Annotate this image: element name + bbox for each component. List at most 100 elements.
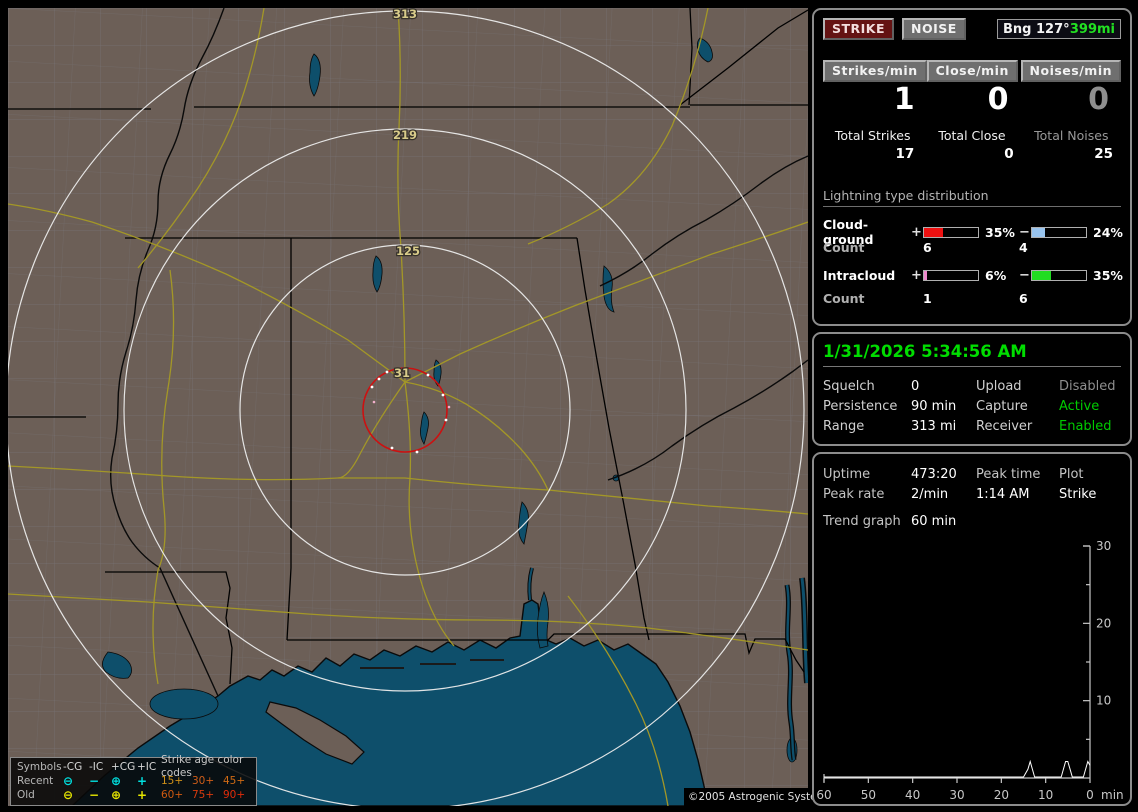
trend-x-tick-label: 60: [816, 788, 831, 802]
total-noises-label: Total Noises: [1034, 128, 1109, 143]
range-label: Range: [823, 418, 865, 434]
total-strikes-label: Total Strikes: [834, 128, 911, 143]
range-ring-label: 31: [394, 366, 410, 380]
strike-stats-panel: STRIKE NOISE Bng 127° 399mi Strikes/min …: [812, 8, 1132, 326]
trend-x-tick-label: 20: [994, 788, 1009, 802]
cloud-ground-count-label: Count: [823, 240, 865, 255]
legend-col-pos-ic: +IC: [137, 760, 157, 773]
intracloud-neg-pct: 35%: [1093, 268, 1123, 283]
upload-status: Disabled: [1059, 378, 1116, 394]
map-legend: Symbols -CG -IC +CG +IC Strike age color…: [10, 754, 257, 806]
age-15: 15+: [161, 774, 184, 787]
persistence-value: 90 min: [911, 398, 957, 414]
trend-y-tick-label: 10: [1096, 694, 1111, 708]
cloud-ground-pos-pct: 35%: [985, 224, 1015, 240]
age-75: 75+: [192, 788, 215, 801]
cloud-ground-pos-count: 6: [923, 240, 932, 255]
lightning-map: 313 219 125 31: [8, 8, 808, 806]
trend-y-tick-label: 30: [1096, 539, 1111, 553]
noises-per-min-button[interactable]: Noises/min: [1020, 60, 1121, 82]
neg-cg-recent-symbol: ⊖: [63, 773, 74, 788]
map-canvas[interactable]: 313 219 125 31: [8, 8, 808, 806]
cloud-ground-neg-pct: 24%: [1093, 224, 1123, 240]
neg-ic-recent-symbol: −: [89, 773, 100, 788]
noises-per-min-value: 0: [1088, 82, 1109, 117]
neg-ic-old-symbol: −: [89, 787, 100, 802]
peak-rate-label: Peak rate: [823, 486, 885, 502]
plus-sign: +: [911, 268, 922, 283]
trend-trace: [824, 759, 1091, 778]
persistence-label: Persistence: [823, 398, 898, 414]
pos-ic-old-symbol: +: [137, 787, 148, 802]
range-ring-label: 219: [393, 128, 417, 142]
intracloud-pos-pct: 6%: [985, 268, 1007, 283]
plus-sign: +: [911, 224, 922, 240]
total-noises-value: 25: [1094, 146, 1113, 162]
trend-x-tick-label: 0: [1086, 788, 1094, 802]
noise-mode-button[interactable]: NOISE: [902, 18, 966, 40]
close-per-min-value: 0: [987, 82, 1009, 117]
uptime-value: 473:20: [911, 466, 957, 482]
strikes-per-min-button[interactable]: Strikes/min: [823, 60, 927, 82]
strike-mode-button[interactable]: STRIKE: [823, 18, 895, 40]
minus-sign: −: [1019, 224, 1030, 240]
neg-cg-old-symbol: ⊖: [63, 787, 74, 802]
bearing-value: Bng 127°: [1003, 21, 1070, 37]
cloud-ground-neg-bar: [1031, 226, 1087, 238]
trend-graph-chart: 10 20 30 60 50 40 30 20 10 0 min: [816, 539, 1124, 802]
plot-label: Plot: [1059, 466, 1084, 482]
range-ring-label: 313: [393, 8, 417, 21]
upload-label: Upload: [976, 378, 1022, 394]
legend-col-neg-ic: -IC: [89, 760, 104, 773]
legend-col-neg-cg: -CG: [63, 760, 83, 773]
peak-rate-value: 2/min: [911, 486, 949, 502]
total-strikes-value: 17: [895, 146, 915, 162]
close-per-min-button[interactable]: Close/min: [926, 60, 1018, 82]
pos-ic-recent-symbol: +: [137, 773, 148, 788]
session-trend-panel: Uptime 473:20 Peak time Plot Peak rate 2…: [812, 452, 1132, 806]
peak-time-label: Peak time: [976, 466, 1041, 482]
peak-time-value: 1:14 AM: [976, 486, 1030, 502]
trend-y-tick-label: 20: [1096, 616, 1111, 630]
distance-value: 399mi: [1069, 21, 1115, 37]
trend-graph-window: 60 min: [911, 514, 957, 529]
range-value: 313 mi: [911, 418, 957, 434]
trend-x-tick-label: 10: [1038, 788, 1053, 802]
intracloud-label: Intracloud: [823, 268, 896, 283]
datetime-display: 1/31/2026 5:34:56 AM: [823, 342, 1121, 367]
receiver-status: Enabled: [1059, 418, 1112, 434]
capture-label: Capture: [976, 398, 1028, 414]
squelch-label: Squelch: [823, 378, 875, 394]
copyright-notice: ©2005 Astrogenic Systems: [684, 788, 832, 806]
minus-sign: −: [1019, 268, 1030, 283]
trend-x-tick-label: 50: [861, 788, 876, 802]
trend-x-axis-unit: min: [1101, 788, 1124, 802]
strikes-per-min-value: 1: [893, 82, 915, 117]
age-30: 30+: [192, 774, 215, 787]
cloud-ground-pos-bar: [923, 226, 979, 238]
system-status-panel: 1/31/2026 5:34:56 AM Squelch 0 Upload Di…: [812, 332, 1132, 446]
legend-col-pos-cg: +CG: [111, 760, 136, 773]
cloud-ground-neg-count: 4: [1019, 240, 1028, 255]
bearing-display: Bng 127° 399mi: [997, 19, 1121, 39]
legend-recent-label: Recent: [17, 774, 54, 787]
trend-x-tick-label: 40: [905, 788, 920, 802]
capture-status: Active: [1059, 398, 1100, 414]
age-45: 45+: [223, 774, 246, 787]
age-90: 90+: [223, 788, 246, 801]
uptime-label: Uptime: [823, 466, 871, 482]
trend-x-tick-label: 30: [949, 788, 964, 802]
receiver-label: Receiver: [976, 418, 1033, 434]
total-close-value: 0: [1004, 146, 1014, 162]
intracloud-pos-bar: [923, 270, 979, 281]
age-60: 60+: [161, 788, 184, 801]
total-close-label: Total Close: [938, 128, 1006, 143]
intracloud-pos-count: 1: [923, 291, 932, 306]
pos-cg-old-symbol: ⊕: [111, 787, 122, 802]
intracloud-count-label: Count: [823, 291, 865, 306]
pos-cg-recent-symbol: ⊕: [111, 773, 122, 788]
distribution-title: Lightning type distribution: [823, 188, 1121, 207]
range-ring-label: 125: [396, 244, 420, 258]
legend-old-label: Old: [17, 788, 35, 801]
intracloud-neg-count: 6: [1019, 291, 1028, 306]
